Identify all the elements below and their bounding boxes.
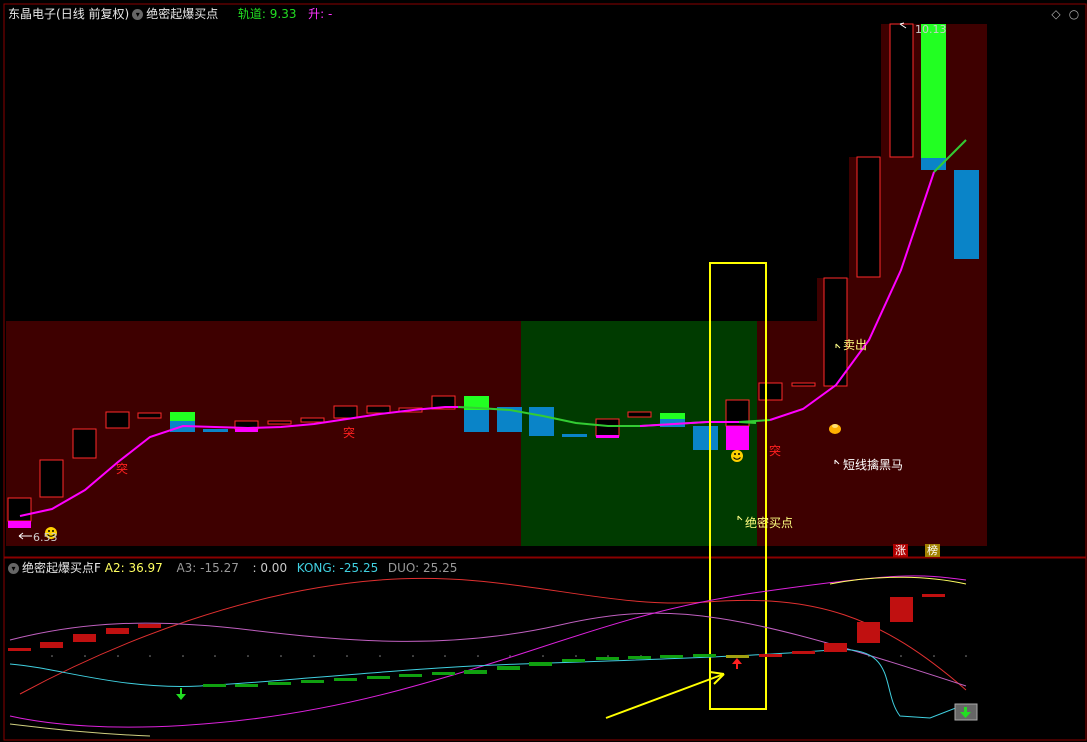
collapse-icon[interactable]: ▾ xyxy=(8,563,19,574)
bar-green xyxy=(921,24,946,158)
candle xyxy=(791,382,816,387)
colon-separator: : xyxy=(320,7,328,21)
bar-magenta xyxy=(596,435,619,438)
candle xyxy=(137,412,162,419)
gold-ingot-icon xyxy=(829,424,841,434)
colon-separator: : xyxy=(192,561,201,575)
bar-blue xyxy=(954,170,979,259)
red-sticks xyxy=(8,594,945,657)
low-price-marker: 6.53 xyxy=(33,531,58,544)
indicator-name: 绝密起爆买点 xyxy=(146,7,219,21)
diamond-icon[interactable]: ◇ xyxy=(1050,8,1062,20)
period-label: (日线 前复权) xyxy=(56,7,130,21)
candle xyxy=(627,411,652,418)
colon-separator: : xyxy=(331,561,340,575)
candle xyxy=(595,418,620,437)
breakout-label: 突 xyxy=(769,444,782,458)
candle xyxy=(7,497,32,522)
track-value: 9.33 xyxy=(269,7,297,21)
chart-tag[interactable]: 榜 xyxy=(925,544,940,557)
breakout-label: 突 xyxy=(116,462,129,476)
up-arrow-icon xyxy=(732,658,742,669)
sub-chart-frame xyxy=(3,557,1087,741)
main-header: 东晶电子(日线 前复权) ▾ 绝密起爆买点 轨道: 9.33 升: - xyxy=(8,6,332,22)
candle xyxy=(366,405,391,414)
bar-magenta xyxy=(235,429,258,432)
line-cyan xyxy=(9,649,967,719)
colon-separator: : xyxy=(415,561,423,575)
colon-separator: : xyxy=(261,7,270,21)
dot-row xyxy=(51,655,967,657)
smiley-icon xyxy=(731,450,743,462)
collapse-icon[interactable]: ▾ xyxy=(132,9,144,20)
blank-value: 0.00 xyxy=(260,561,288,575)
candle xyxy=(823,277,848,387)
sub-header: ▾ 绝密起爆买点F A2: 36.97 A3: -15.27 : 0.00 KON… xyxy=(8,560,457,576)
chart-canvas xyxy=(3,3,1087,741)
buy-point-label: 绝密买点 xyxy=(745,516,794,530)
bar-blue xyxy=(693,426,718,450)
circle-icon[interactable]: ○ xyxy=(1068,8,1080,20)
candle xyxy=(758,382,783,401)
kong-label: KONG xyxy=(296,561,332,575)
bar-blue xyxy=(203,429,228,432)
high-price-marker: 10.13 xyxy=(915,23,947,36)
limit-up-tag[interactable]: 涨 xyxy=(893,544,908,557)
candle xyxy=(39,459,64,498)
bar-green xyxy=(170,412,195,421)
bar-magenta xyxy=(8,521,31,528)
line-yellow-right xyxy=(829,576,967,585)
sub-chart xyxy=(8,575,978,737)
line-magenta xyxy=(9,575,967,728)
down-arrow-button-icon xyxy=(954,703,978,721)
sell-label: 卖出 xyxy=(843,338,868,352)
dark-horse-label: 短线擒黑马 xyxy=(843,458,904,472)
duo-label: DUO xyxy=(387,561,416,575)
kong-value: -25.25 xyxy=(339,561,379,575)
a3-label: A3 xyxy=(176,561,193,575)
a3-value: -15.27 xyxy=(200,561,239,575)
breakout-label: 突 xyxy=(343,426,356,440)
candle xyxy=(333,405,358,419)
track-label: 轨道 xyxy=(237,7,262,21)
bar-magenta xyxy=(726,426,749,450)
a2-label: A2 xyxy=(104,561,121,575)
stock-name: 东晶电子 xyxy=(8,7,57,21)
candle xyxy=(72,428,97,459)
duo-value: 25.25 xyxy=(423,561,458,575)
green-zone xyxy=(521,321,757,546)
candle xyxy=(889,23,914,158)
down-arrow-icon xyxy=(176,688,186,700)
rise-label: 升 xyxy=(308,7,321,21)
rise-value: - xyxy=(328,7,333,21)
candle xyxy=(105,411,130,429)
bar-green xyxy=(660,413,685,419)
candle xyxy=(267,420,292,425)
candle xyxy=(856,156,881,278)
bar-blue xyxy=(464,410,489,432)
yellow-annotation-arrow xyxy=(605,671,725,719)
bar-blue xyxy=(562,434,587,437)
a2-value: 36.97 xyxy=(128,561,163,575)
sub-indicator-name: 绝密起爆买点F xyxy=(22,561,101,575)
bar-blue xyxy=(529,407,554,436)
candle xyxy=(300,417,325,423)
